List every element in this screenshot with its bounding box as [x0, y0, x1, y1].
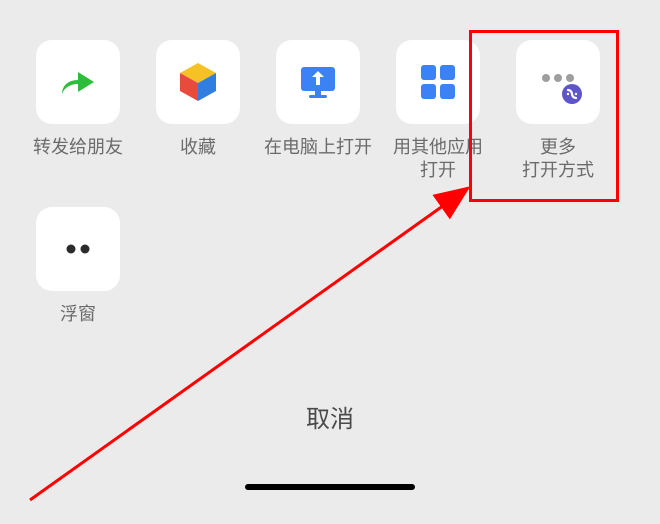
home-indicator[interactable] — [245, 484, 415, 490]
action-label: 在电脑上打开 — [264, 136, 372, 159]
action-label: 浮窗 — [60, 303, 96, 326]
action-favorite[interactable]: 收藏 — [138, 40, 258, 181]
cancel-row: 取消 — [0, 399, 660, 434]
action-label: 转发给朋友 — [33, 136, 123, 159]
action-open-pc[interactable]: 在电脑上打开 — [258, 40, 378, 181]
grid-apps-icon — [396, 40, 480, 124]
action-label: 收藏 — [180, 136, 216, 159]
action-more-open-methods[interactable]: 更多 打开方式 — [498, 40, 618, 181]
action-share-friend[interactable]: 转发给朋友 — [18, 40, 138, 181]
monitor-upload-icon — [276, 40, 360, 124]
two-dots-icon — [36, 207, 120, 291]
action-label: 用其他应用 打开 — [393, 136, 483, 181]
more-dots-icon — [516, 40, 600, 124]
share-arrow-icon — [36, 40, 120, 124]
action-open-other-app[interactable]: 用其他应用 打开 — [378, 40, 498, 181]
cube-icon — [156, 40, 240, 124]
action-label: 更多 打开方式 — [522, 136, 594, 181]
action-floating-window[interactable]: 浮窗 — [18, 207, 138, 326]
action-grid: 转发给朋友 收藏 在电脑上打开 — [0, 0, 660, 352]
cancel-button[interactable]: 取消 — [306, 399, 354, 434]
